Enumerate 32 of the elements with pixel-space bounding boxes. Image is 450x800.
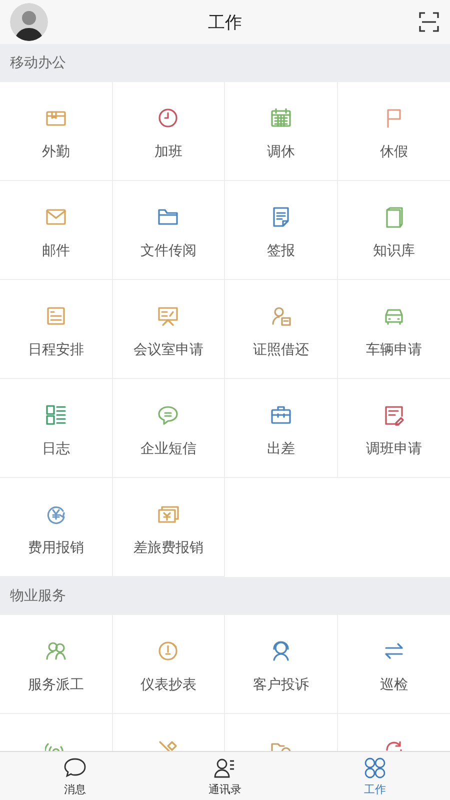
section-header: 移动办公 <box>0 44 450 82</box>
section-header: 物业服务 <box>0 577 450 615</box>
app-tile[interactable]: 外勤 <box>0 82 112 181</box>
app-tile[interactable]: 日程安排 <box>0 280 112 379</box>
app-tile[interactable]: 日志 <box>0 379 112 478</box>
app-tile[interactable]: 差旅费报销 <box>112 478 225 577</box>
tab[interactable]: 工作 <box>335 752 415 800</box>
scan-icon[interactable] <box>418 11 440 33</box>
chat-bubble-icon <box>63 756 87 780</box>
app-tile[interactable]: 车辆申请 <box>338 280 450 379</box>
app-tile[interactable]: 会议室申请 <box>112 280 225 379</box>
app-tile[interactable]: 客户投诉 <box>225 615 338 714</box>
app-tile[interactable]: 文件传阅 <box>112 181 225 280</box>
app-tile[interactable]: 出差 <box>225 379 338 478</box>
tab[interactable]: 通讯录 <box>185 752 265 800</box>
avatar[interactable] <box>10 3 48 41</box>
app-tile[interactable]: 知识库 <box>338 181 450 280</box>
app-tile[interactable]: 巡检 <box>338 615 450 714</box>
app-tile[interactable]: 企业短信 <box>112 379 225 478</box>
app-tile[interactable]: 费用报销 <box>0 478 112 577</box>
page-title: 工作 <box>208 12 242 34</box>
app-tile[interactable]: 仪表抄表 <box>112 615 225 714</box>
app-tile[interactable]: 签报 <box>225 181 338 280</box>
app-tile[interactable]: 加班 <box>112 82 225 181</box>
app-tile[interactable]: 调休 <box>225 82 338 181</box>
app-tile[interactable]: 调班申请 <box>338 379 450 478</box>
app-tile[interactable]: 休假 <box>338 82 450 181</box>
app-tile[interactable]: 服务派工 <box>0 615 112 714</box>
grid-icon <box>363 756 387 780</box>
app-tile[interactable]: 证照借还 <box>225 280 338 379</box>
tab[interactable]: 消息 <box>35 752 115 800</box>
app-tile[interactable]: 邮件 <box>0 181 112 280</box>
